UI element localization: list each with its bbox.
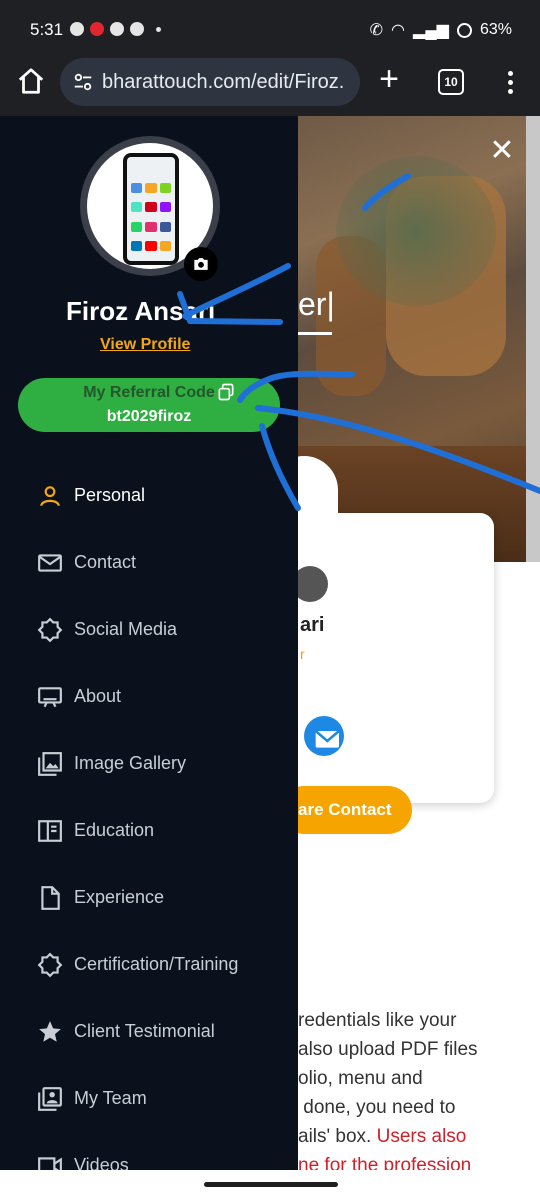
menu-item-experience[interactable]: Experience bbox=[0, 864, 298, 931]
messenger-icon bbox=[130, 22, 144, 36]
menu-label: Social Media bbox=[74, 619, 178, 639]
menu-item-my-team[interactable]: My Team bbox=[0, 1065, 298, 1132]
notification-icons bbox=[70, 22, 161, 36]
referral-code: bt2029firoz bbox=[106, 408, 192, 425]
chat-icon bbox=[70, 22, 84, 36]
referral-label: My Referral Code bbox=[83, 384, 215, 401]
site-settings-icon[interactable] bbox=[72, 71, 94, 93]
education-icon bbox=[36, 817, 64, 845]
view-profile-link[interactable]: View Profile bbox=[100, 336, 190, 354]
team-icon bbox=[36, 1085, 64, 1113]
menu-item-contact[interactable]: Contact bbox=[0, 529, 298, 596]
menu-label: Videos bbox=[74, 1155, 129, 1170]
system-icons: ✆ ◠ ▂▄▆ 63% bbox=[370, 20, 512, 40]
profile-name: Firoz Ansari bbox=[66, 296, 216, 326]
image-gallery-icon bbox=[36, 750, 64, 778]
menu-item-certification[interactable]: Certification/Training bbox=[0, 931, 298, 998]
menu-label: Experience bbox=[74, 887, 165, 907]
menu-item-education[interactable]: Education bbox=[0, 797, 298, 864]
menu-label: Image Gallery bbox=[74, 753, 187, 773]
menu-item-about[interactable]: About bbox=[0, 663, 298, 730]
change-photo-camera-icon[interactable] bbox=[184, 247, 218, 281]
star-icon bbox=[36, 1018, 64, 1046]
menu-label: About bbox=[74, 686, 122, 706]
status-bar: 5:31 ✆ ◠ ▂▄▆ 63% bbox=[0, 0, 540, 60]
battery-percent: 63% bbox=[479, 21, 512, 38]
menu-label: Certification/Training bbox=[74, 954, 239, 974]
menu-item-social-media[interactable]: Social Media bbox=[0, 596, 298, 663]
person-icon bbox=[36, 482, 64, 510]
instagram-icon bbox=[110, 22, 124, 36]
menu-label: Contact bbox=[74, 552, 137, 572]
url-text[interactable]: bharattouch.com/edit/Firoz. bbox=[102, 71, 352, 94]
document-icon bbox=[36, 884, 64, 912]
system-navigation-bar bbox=[0, 1170, 540, 1200]
video-icon bbox=[36, 1152, 64, 1170]
signal-icon: ▂▄▆ bbox=[413, 22, 449, 39]
mail-icon bbox=[36, 549, 64, 577]
info-paragraph: redentials like your also upload PDF fil… bbox=[298, 1010, 478, 1170]
social-icon bbox=[36, 616, 64, 644]
referral-code-button[interactable]: My Referral Code bt2029firoz bbox=[18, 378, 280, 432]
menu-label: My Team bbox=[74, 1088, 147, 1108]
jio-icon bbox=[90, 22, 104, 36]
menu-label: Education bbox=[74, 820, 155, 840]
home-icon[interactable] bbox=[16, 66, 46, 96]
menu-item-videos[interactable]: Videos bbox=[0, 1132, 298, 1170]
more-notifications-icon bbox=[156, 26, 161, 32]
email-icon[interactable] bbox=[304, 716, 344, 756]
card-subtitle: r bbox=[300, 646, 305, 662]
copy-icon[interactable] bbox=[216, 382, 236, 402]
drawer-menu: Personal Contact Social Media About Imag… bbox=[0, 462, 298, 1170]
menu-label: Personal bbox=[74, 485, 146, 505]
more-menu-icon[interactable] bbox=[500, 68, 520, 98]
battery-icon bbox=[456, 22, 472, 38]
phone-image bbox=[123, 153, 179, 265]
close-icon[interactable]: ✕ bbox=[488, 136, 516, 166]
menu-item-client-testimonial[interactable]: Client Testimonial bbox=[0, 998, 298, 1065]
card-name: ari bbox=[300, 614, 325, 636]
tab-switcher-button[interactable]: 10 bbox=[438, 69, 464, 95]
new-tab-button[interactable]: + bbox=[372, 62, 406, 98]
wifi-call-icon: ✆ bbox=[369, 22, 384, 39]
share-contact-button[interactable]: are Contact bbox=[280, 786, 412, 834]
menu-item-personal[interactable]: Personal bbox=[0, 462, 298, 529]
address-bar[interactable]: bharattouch.com/edit/Firoz. bbox=[60, 58, 360, 106]
home-gesture-handle[interactable] bbox=[204, 1182, 338, 1187]
certificate-icon bbox=[36, 951, 64, 979]
wifi-icon: ◠ bbox=[391, 22, 406, 39]
side-drawer: Firoz Ansari View Profile My Referral Co… bbox=[0, 116, 298, 1170]
hero-title: er| bbox=[298, 286, 335, 322]
status-time: 5:31 bbox=[30, 20, 64, 39]
browser-toolbar: bharattouch.com/edit/Firoz. + 10 bbox=[0, 52, 540, 116]
about-icon bbox=[36, 683, 64, 711]
menu-label: Client Testimonial bbox=[74, 1021, 215, 1041]
menu-item-image-gallery[interactable]: Image Gallery bbox=[0, 730, 298, 797]
